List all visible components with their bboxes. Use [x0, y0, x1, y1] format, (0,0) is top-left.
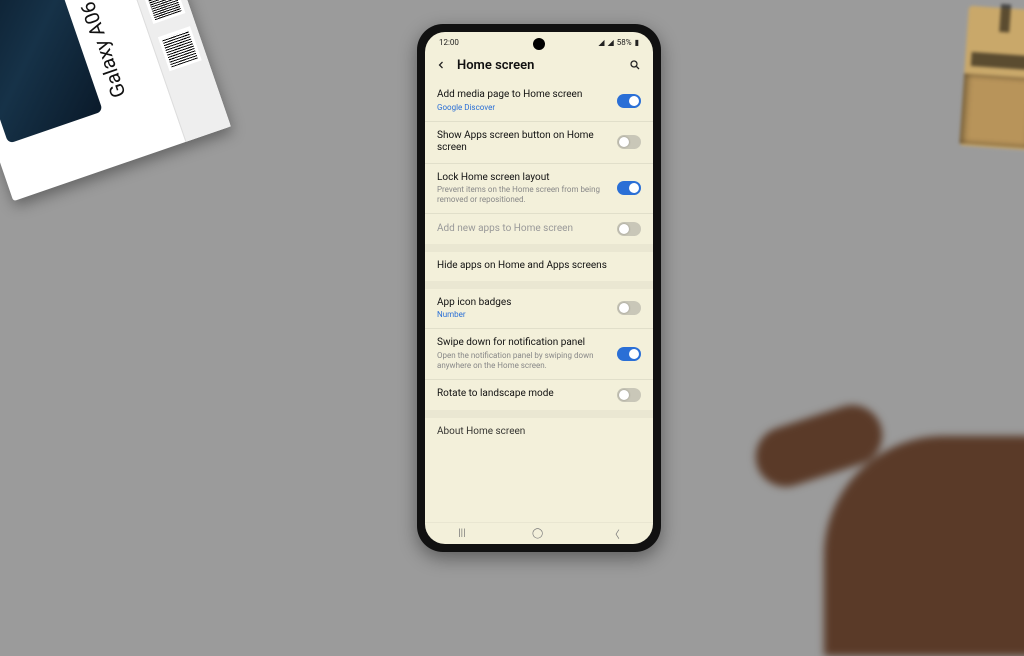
toggle-add-media-page[interactable]	[617, 94, 641, 108]
row-subtitle: Open the notification panel by swiping d…	[437, 351, 607, 371]
row-title: Swipe down for notification panel	[437, 337, 607, 350]
barcode	[127, 0, 185, 24]
barcode-small	[158, 26, 202, 71]
row-title: Add new apps to Home screen	[437, 223, 607, 236]
row-add-media-page[interactable]: Add media page to Home screen Google Dis…	[425, 81, 653, 121]
toggle-app-icon-badges[interactable]	[617, 301, 641, 315]
toggle-rotate-landscape[interactable]	[617, 388, 641, 402]
search-icon[interactable]	[629, 59, 641, 73]
row-rotate-landscape[interactable]: Rotate to landscape mode	[425, 380, 653, 410]
section-divider	[425, 281, 653, 289]
section-divider	[425, 244, 653, 252]
row-subtitle: Prevent items on the Home screen from be…	[437, 185, 607, 205]
status-time: 12:00	[439, 38, 459, 47]
nav-home-icon[interactable]: ◯	[532, 528, 543, 539]
row-title: About Home screen	[437, 426, 641, 439]
toggle-swipe-notification[interactable]	[617, 347, 641, 361]
product-box: SAMSUNG Galaxy A06	[0, 0, 231, 201]
row-title: Rotate to landscape mode	[437, 388, 607, 401]
row-show-apps-button[interactable]: Show Apps screen button on Home screen	[425, 122, 653, 163]
nav-bar: ||| ◯ 〈	[425, 522, 653, 544]
nav-back-icon[interactable]: 〈	[610, 526, 620, 541]
page-header: Home screen	[425, 52, 653, 81]
camera-notch	[533, 38, 545, 50]
battery-icon: ▮	[635, 38, 639, 47]
nav-recents-icon[interactable]: |||	[458, 528, 465, 539]
row-subtitle: Number	[437, 310, 607, 320]
row-add-new-apps: Add new apps to Home screen	[425, 214, 653, 244]
toggle-show-apps-button[interactable]	[617, 135, 641, 149]
row-title: Add media page to Home screen	[437, 89, 607, 102]
box-side	[111, 0, 231, 142]
wooden-block	[959, 6, 1024, 151]
wifi-icon: ◢	[608, 38, 614, 47]
toggle-lock-layout[interactable]	[617, 181, 641, 195]
box-front: SAMSUNG Galaxy A06	[0, 0, 136, 183]
row-title: Show Apps screen button on Home screen	[437, 130, 607, 155]
row-title: Hide apps on Home and Apps screens	[437, 260, 641, 273]
row-title: Lock Home screen layout	[437, 172, 607, 185]
toggle-add-new-apps	[617, 222, 641, 236]
signal-icon: ◢	[598, 38, 604, 47]
settings-list: Add media page to Home screen Google Dis…	[425, 81, 653, 522]
back-icon[interactable]	[435, 59, 447, 73]
phone-device: 12:00 ◢ ◢ 58% ▮ Home screen Add media pa…	[417, 24, 661, 552]
row-title: App icon badges	[437, 297, 607, 310]
row-swipe-notification[interactable]: Swipe down for notification panel Open t…	[425, 329, 653, 379]
row-lock-layout[interactable]: Lock Home screen layout Prevent items on…	[425, 164, 653, 214]
battery-percent: 58%	[617, 38, 632, 47]
row-hide-apps[interactable]: Hide apps on Home and Apps screens	[425, 252, 653, 281]
hand	[724, 356, 1024, 616]
row-subtitle: Google Discover	[437, 103, 607, 113]
section-divider	[425, 410, 653, 418]
page-title: Home screen	[457, 58, 619, 73]
row-about-home-screen[interactable]: About Home screen	[425, 418, 653, 447]
phone-screen: 12:00 ◢ ◢ 58% ▮ Home screen Add media pa…	[425, 32, 653, 544]
row-app-icon-badges[interactable]: App icon badges Number	[425, 289, 653, 329]
